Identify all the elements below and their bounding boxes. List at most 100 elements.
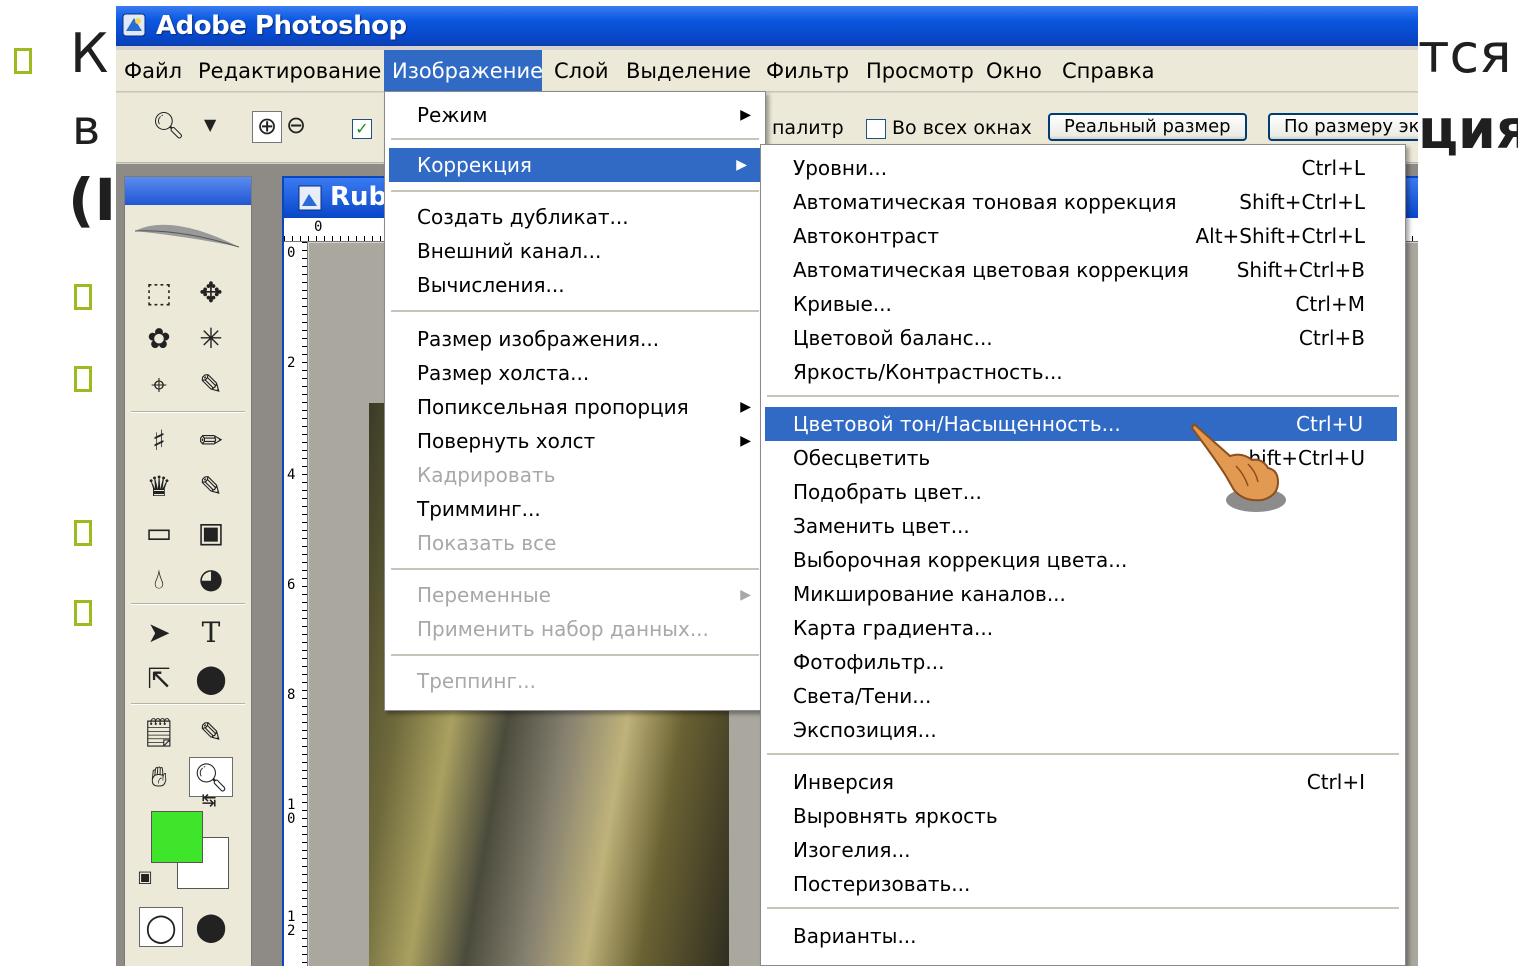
- pen-tool-icon[interactable]: ⇱: [137, 659, 181, 699]
- menu-item-variations[interactable]: Варианты...: [761, 919, 1405, 953]
- menu-item-pixel-aspect-ratio[interactable]: Попиксельная пропорция ▶: [385, 390, 765, 424]
- menu-item-levels[interactable]: Уровни... Ctrl+L: [761, 151, 1405, 185]
- menu-item-label: Внешний канал...: [417, 239, 602, 263]
- menu-item-auto-color[interactable]: Автоматическая цветовая коррекция Shift+…: [761, 253, 1405, 287]
- blur-tool-icon[interactable]: 💧︎: [137, 559, 181, 599]
- menu-item-canvas-size[interactable]: Размер холста...: [385, 356, 765, 390]
- menu-item-shadow-highlight[interactable]: Света/Тени...: [761, 679, 1405, 713]
- submenu-arrow-icon: ▶: [740, 433, 751, 449]
- quick-mask-mode-icon[interactable]: ⬤: [189, 907, 233, 947]
- gradient-tool-icon[interactable]: ▣: [189, 513, 233, 553]
- zoom-out-icon[interactable]: ⊖: [286, 111, 306, 139]
- menu-item-replace-color[interactable]: Заменить цвет...: [761, 509, 1405, 543]
- dodge-tool-icon[interactable]: ◕: [189, 559, 233, 599]
- menu-layer[interactable]: Слой: [546, 50, 617, 92]
- menu-item-label: Тримминг...: [417, 497, 541, 521]
- eyedropper-tool-icon[interactable]: ✎: [189, 713, 233, 753]
- menu-edit[interactable]: Редактирование: [190, 50, 389, 92]
- hand-tool-icon[interactable]: ✋︎: [137, 757, 181, 797]
- menu-item-apply-image[interactable]: Внешний канал...: [385, 234, 765, 268]
- notes-tool-icon[interactable]: 🗒︎: [137, 713, 181, 753]
- ruler-mark: 0: [287, 245, 296, 261]
- magic-wand-tool-icon[interactable]: ✳: [189, 319, 233, 359]
- eraser-tool-icon[interactable]: ▭: [137, 513, 181, 553]
- history-brush-tool-icon[interactable]: ✎: [189, 467, 233, 507]
- menu-item-selective-color[interactable]: Выборочная коррекция цвета...: [761, 543, 1405, 577]
- menu-item-label: Микширование каналов...: [793, 582, 1066, 606]
- ruler-mark: 4: [287, 467, 296, 483]
- slide-line3-left: (I: [68, 166, 117, 234]
- crop-tool-icon[interactable]: ⌖: [137, 365, 181, 405]
- resize-windows-checkbox[interactable]: ✓: [352, 119, 372, 139]
- menu-window[interactable]: Окно: [978, 50, 1050, 92]
- submenu-arrow-icon: ▶: [740, 399, 751, 415]
- fit-on-screen-button[interactable]: По размеру эк: [1268, 113, 1418, 141]
- ruler-mark: 6: [287, 577, 296, 593]
- healing-brush-tool-icon[interactable]: ♯: [137, 421, 181, 461]
- standard-mode-icon[interactable]: ◯: [139, 907, 183, 947]
- toolbox-title-bar[interactable]: [125, 177, 251, 205]
- menu-item-calculations[interactable]: Вычисления...: [385, 268, 765, 302]
- menu-item-posterize[interactable]: Постеризовать...: [761, 867, 1405, 901]
- menu-item-color-balance[interactable]: Цветовой баланс... Ctrl+B: [761, 321, 1405, 355]
- menu-select[interactable]: Выделение: [618, 50, 759, 92]
- default-colors-icon[interactable]: ▣: [133, 865, 157, 889]
- zoom-in-icon[interactable]: ⊕: [252, 111, 282, 143]
- all-windows-checkbox[interactable]: [866, 119, 886, 139]
- slide-bullet-4: [74, 520, 92, 546]
- menu-view[interactable]: Просмотр: [858, 50, 982, 92]
- slide-bullet-5: [74, 600, 92, 626]
- shape-tool-icon[interactable]: ⬤: [189, 659, 233, 699]
- zoom-tool-icon[interactable]: 🔍︎: [152, 111, 185, 141]
- title-bar[interactable]: Adobe Photoshop: [116, 6, 1418, 46]
- menu-help[interactable]: Справка: [1054, 50, 1163, 92]
- menu-item-invert[interactable]: Инверсия Ctrl+I: [761, 765, 1405, 799]
- menu-separator: [767, 753, 1399, 755]
- menu-item-exposure[interactable]: Экспозиция...: [761, 713, 1405, 747]
- actual-pixels-button[interactable]: Реальный размер: [1048, 113, 1247, 141]
- menu-item-rotate-canvas[interactable]: Повернуть холст ▶: [385, 424, 765, 458]
- menu-item-shortcut: Ctrl+L: [1301, 156, 1366, 180]
- menu-item-shortcut: Ctrl+U: [1296, 412, 1363, 436]
- menu-item-photo-filter[interactable]: Фотофильтр...: [761, 645, 1405, 679]
- menu-item-hue-saturation[interactable]: Цветовой тон/Насыщенность... Ctrl+U: [765, 407, 1397, 441]
- tool-preset-dropdown-icon[interactable]: ▼: [204, 115, 216, 134]
- marquee-tool-icon[interactable]: ⬚: [137, 273, 181, 313]
- menu-item-curves[interactable]: Кривые... Ctrl+M: [761, 287, 1405, 321]
- pointing-hand-icon: [1190, 422, 1286, 512]
- menu-filter[interactable]: Фильтр: [758, 50, 857, 92]
- menu-item-desaturate[interactable]: Обесцветить hift+Ctrl+U: [761, 441, 1405, 475]
- menu-item-auto-levels[interactable]: Автоматическая тоновая коррекция Shift+C…: [761, 185, 1405, 219]
- menu-item-gradient-map[interactable]: Карта градиента...: [761, 611, 1405, 645]
- menu-item-variables: Переменные ▶: [385, 578, 765, 612]
- lasso-tool-icon[interactable]: ✿: [137, 319, 181, 359]
- menu-file[interactable]: Файл: [116, 50, 190, 92]
- swap-colors-icon[interactable]: ↹: [197, 789, 221, 813]
- slice-tool-icon[interactable]: ✎: [189, 365, 233, 405]
- menu-item-label: Цветовой тон/Насыщенность...: [793, 412, 1121, 436]
- menu-item-image-size[interactable]: Размер изображения...: [385, 322, 765, 356]
- menu-item-trim[interactable]: Тримминг...: [385, 492, 765, 526]
- menu-item-adjustments[interactable]: Коррекция ▶: [389, 148, 761, 182]
- slide-bullet-1: [14, 48, 32, 74]
- move-tool-icon[interactable]: ✥: [189, 273, 233, 313]
- clone-stamp-tool-icon[interactable]: ♛: [137, 467, 181, 507]
- menu-image[interactable]: Изображение: [384, 50, 543, 92]
- menu-item-equalize[interactable]: Выровнять яркость: [761, 799, 1405, 833]
- menu-item-auto-contrast[interactable]: Автоконтраст Alt+Shift+Ctrl+L: [761, 219, 1405, 253]
- type-tool-icon[interactable]: T: [189, 613, 233, 653]
- menu-item-label: Карта градиента...: [793, 616, 994, 640]
- menu-item-label: Выборочная коррекция цвета...: [793, 548, 1128, 572]
- menu-item-brightness-contrast[interactable]: Яркость/Контрастность...: [761, 355, 1405, 389]
- menu-item-duplicate[interactable]: Создать дубликат...: [385, 200, 765, 234]
- foreground-color-swatch[interactable]: [151, 811, 203, 863]
- brush-tool-icon[interactable]: ✏: [189, 421, 233, 461]
- ruler-mark: 1 0: [287, 797, 296, 827]
- path-selection-tool-icon[interactable]: ➤: [137, 613, 181, 653]
- feather-logo-icon: [134, 224, 240, 248]
- photoshop-app-icon: [122, 13, 146, 37]
- menu-item-match-color[interactable]: Подобрать цвет...: [761, 475, 1405, 509]
- menu-item-channel-mixer[interactable]: Микширование каналов...: [761, 577, 1405, 611]
- menu-item-mode[interactable]: Режим ▶: [385, 98, 765, 132]
- menu-item-threshold[interactable]: Изогелия...: [761, 833, 1405, 867]
